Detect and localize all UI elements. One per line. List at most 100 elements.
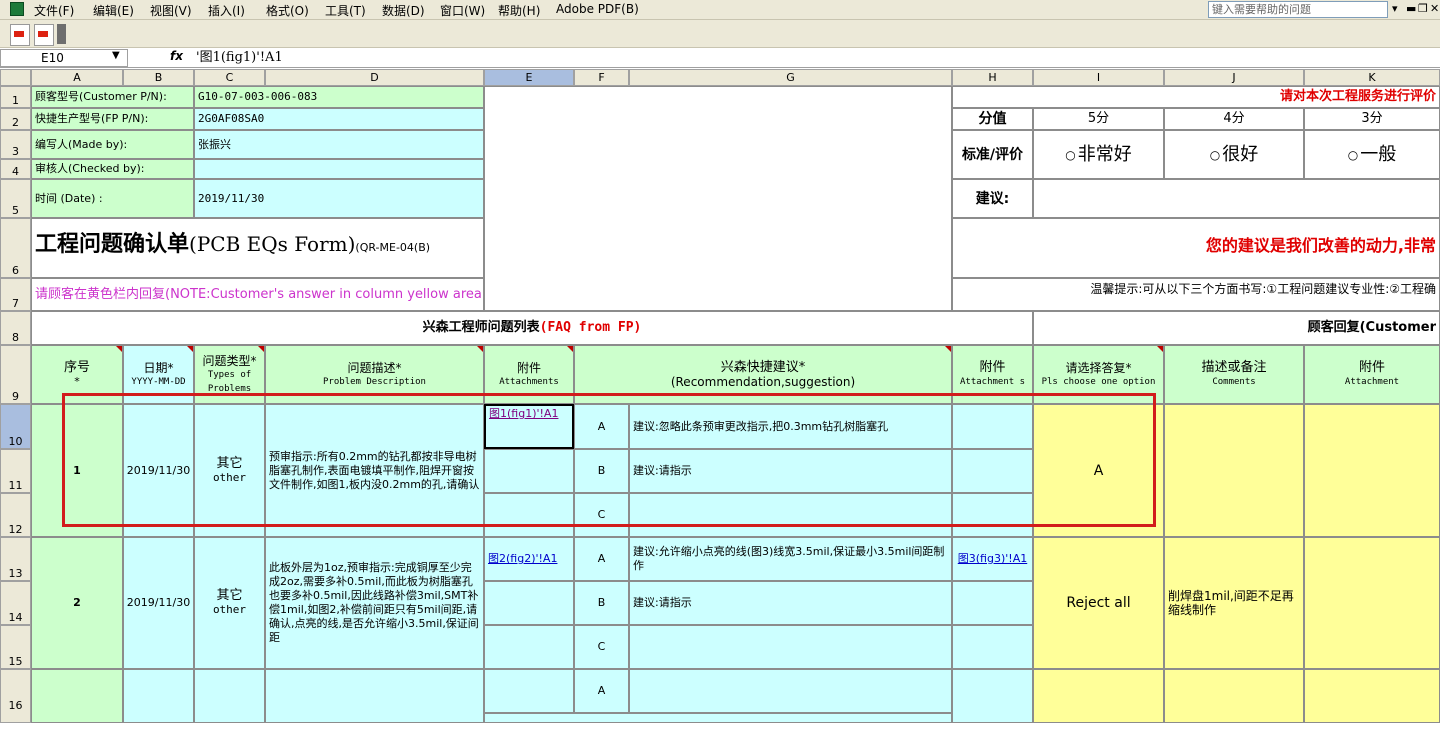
form-title-cell[interactable]: 工程问题确认单(PCB EQs Form)(QR-ME-04(B) bbox=[31, 218, 484, 278]
row-header-2[interactable]: 2 bbox=[0, 108, 31, 130]
column-header-f[interactable]: F bbox=[574, 69, 629, 86]
entry-3-type[interactable] bbox=[194, 669, 265, 723]
entry-2-type[interactable]: 其它 other bbox=[194, 537, 265, 669]
date-label[interactable]: 时间 (Date) : bbox=[31, 179, 194, 218]
entry-3-next-row[interactable] bbox=[484, 713, 952, 723]
entry-2-attach3[interactable] bbox=[1304, 537, 1440, 669]
menu-insert[interactable]: 插入(I) bbox=[208, 2, 245, 19]
motto[interactable]: 您的建议是我们改善的动力,非常 bbox=[952, 218, 1440, 278]
checked-by-value[interactable] bbox=[194, 159, 484, 179]
convert-to-pdf-icon[interactable] bbox=[10, 24, 30, 46]
row-header-14[interactable]: 14 bbox=[0, 581, 31, 625]
entry-3-date[interactable] bbox=[123, 669, 194, 723]
entry-3-no[interactable] bbox=[31, 669, 123, 723]
row-header-3[interactable]: 3 bbox=[0, 130, 31, 159]
column-header-j[interactable]: J bbox=[1164, 69, 1304, 86]
customer-pn-label[interactable]: 顾客型号(Customer P/N): bbox=[31, 86, 194, 108]
entry-1-comment[interactable] bbox=[1164, 404, 1304, 537]
toolbar-options-icon[interactable] bbox=[57, 24, 66, 44]
menu-edit[interactable]: 编辑(E) bbox=[93, 2, 134, 19]
radio-icon[interactable]: ○ bbox=[1348, 148, 1358, 162]
entry-3-desc[interactable] bbox=[265, 669, 484, 723]
entry-2-attach-a[interactable]: 图2(fig2)'!A1 bbox=[484, 537, 574, 581]
date-value[interactable]: 2019/11/30 bbox=[194, 179, 484, 218]
blank-area[interactable] bbox=[484, 86, 952, 311]
suggestion-input[interactable] bbox=[1033, 179, 1440, 218]
entry-3-suggestion-a[interactable] bbox=[629, 669, 952, 713]
made-by-label[interactable]: 编写人(Made by): bbox=[31, 130, 194, 159]
row-header-11[interactable]: 11 bbox=[0, 449, 31, 493]
criteria-label[interactable]: 标准/评价 bbox=[952, 130, 1033, 179]
made-by-value[interactable]: 张振兴 bbox=[194, 130, 484, 159]
excel-app-icon[interactable] bbox=[10, 2, 24, 16]
entry-2-attach-b[interactable] bbox=[484, 581, 574, 625]
rating-banner[interactable]: 请对本次工程服务进行评价 bbox=[952, 86, 1440, 108]
radio-icon[interactable]: ○ bbox=[1210, 148, 1220, 162]
entry-2-attach2-link[interactable]: 图3(fig3)'!A1 bbox=[958, 552, 1027, 566]
restore-icon[interactable]: ❐ bbox=[1418, 2, 1428, 15]
column-header-i[interactable]: I bbox=[1033, 69, 1164, 86]
row-header-6[interactable]: 6 bbox=[0, 218, 31, 278]
select-all-corner[interactable] bbox=[0, 69, 31, 86]
option-very-good[interactable]: ○ 很好 bbox=[1164, 130, 1304, 179]
entry-3-attach3[interactable] bbox=[1304, 669, 1440, 723]
row-header-15[interactable]: 15 bbox=[0, 625, 31, 669]
entry-1-attach3[interactable] bbox=[1304, 404, 1440, 537]
entry-2-suggestion-c[interactable] bbox=[629, 625, 952, 669]
column-header-b[interactable]: B bbox=[123, 69, 194, 86]
option-average[interactable]: ○ 一般 bbox=[1304, 130, 1440, 179]
entry-2-suggestion-b[interactable]: 建议:请指示 bbox=[629, 581, 952, 625]
entry-3-option-a[interactable]: A bbox=[574, 669, 629, 713]
header-attach3[interactable]: 附件 Attachment bbox=[1304, 345, 1440, 404]
checked-by-label[interactable]: 审核人(Checked by): bbox=[31, 159, 194, 179]
menu-data[interactable]: 数据(D) bbox=[382, 2, 425, 19]
entry-2-suggestion-a[interactable]: 建议:允许缩小点亮的线(图3)线宽3.5mil,保证最小3.5mil间距制作 bbox=[629, 537, 952, 581]
help-dropdown-icon[interactable]: ▾ bbox=[1392, 2, 1398, 15]
customer-note[interactable]: 请顾客在黄色栏内回复(NOTE:Customer's answer in col… bbox=[31, 278, 484, 311]
row-header-5[interactable]: 5 bbox=[0, 179, 31, 218]
column-header-a[interactable]: A bbox=[31, 69, 123, 86]
entry-2-no[interactable]: 2 bbox=[31, 537, 123, 669]
fp-pn-value[interactable]: 2G0AF08SA0 bbox=[194, 108, 484, 130]
entry-3-answer[interactable] bbox=[1033, 669, 1164, 723]
row-header-8[interactable]: 8 bbox=[0, 311, 31, 345]
menu-file[interactable]: 文件(F) bbox=[34, 2, 74, 19]
entry-2-comment[interactable]: 削焊盘1mil,间距不足再缩线制作 bbox=[1164, 537, 1304, 669]
menu-tools[interactable]: 工具(T) bbox=[325, 2, 366, 19]
entry-2-attach-c[interactable] bbox=[484, 625, 574, 669]
row-header-10[interactable]: 10 bbox=[0, 404, 31, 449]
entry-2-option-b[interactable]: B bbox=[574, 581, 629, 625]
entry-3-comment[interactable] bbox=[1164, 669, 1304, 723]
help-search-input[interactable]: 键入需要帮助的问题 bbox=[1208, 1, 1388, 18]
entry-2-answer[interactable]: Reject all bbox=[1033, 537, 1164, 669]
insert-function-icon[interactable]: fx bbox=[170, 49, 183, 63]
entry-2-attach2-c[interactable] bbox=[952, 625, 1033, 669]
customer-pn-value[interactable]: G10-07-003-006-083 bbox=[194, 86, 484, 108]
entry-3-attach[interactable] bbox=[484, 669, 574, 713]
formula-input[interactable]: '图1(fig1)'!A1 bbox=[196, 49, 283, 67]
name-box-dropdown-icon[interactable]: ▼ bbox=[112, 50, 120, 61]
score-4[interactable]: 4分 bbox=[1164, 108, 1304, 130]
column-header-g[interactable]: G bbox=[629, 69, 952, 86]
score-5[interactable]: 5分 bbox=[1033, 108, 1164, 130]
entry-2-attach2-b[interactable] bbox=[952, 581, 1033, 625]
row-header-4[interactable]: 4 bbox=[0, 159, 31, 179]
entry-2-desc[interactable]: 此板外层为1oz,预审指示:完成铜厚至少完成2oz,需要多补0.5mil,而此板… bbox=[265, 537, 484, 669]
row-header-7[interactable]: 7 bbox=[0, 278, 31, 311]
entry-2-attach2-a[interactable]: 图3(fig3)'!A1 bbox=[952, 537, 1033, 581]
row-header-16[interactable]: 16 bbox=[0, 669, 31, 723]
writing-hint[interactable]: 温馨提示:可从以下三个方面书写:①工程问题建议专业性:②工程确 bbox=[952, 278, 1440, 311]
suggestion-label[interactable]: 建议: bbox=[952, 179, 1033, 218]
convert-and-email-pdf-icon[interactable] bbox=[34, 24, 54, 46]
option-excellent[interactable]: ○ 非常好 bbox=[1033, 130, 1164, 179]
column-header-e[interactable]: E bbox=[484, 69, 574, 86]
row-header-9[interactable]: 9 bbox=[0, 345, 31, 404]
radio-icon[interactable]: ○ bbox=[1065, 148, 1075, 162]
fp-pn-label[interactable]: 快捷生产型号(FP P/N): bbox=[31, 108, 194, 130]
menu-window[interactable]: 窗口(W) bbox=[440, 2, 485, 19]
customer-section-title[interactable]: 顾客回复(Customer bbox=[1033, 311, 1440, 345]
score-3[interactable]: 3分 bbox=[1304, 108, 1440, 130]
row-header-1[interactable]: 1 bbox=[0, 86, 31, 108]
menu-adobe-pdf[interactable]: Adobe PDF(B) bbox=[556, 2, 639, 16]
column-header-c[interactable]: C bbox=[194, 69, 265, 86]
